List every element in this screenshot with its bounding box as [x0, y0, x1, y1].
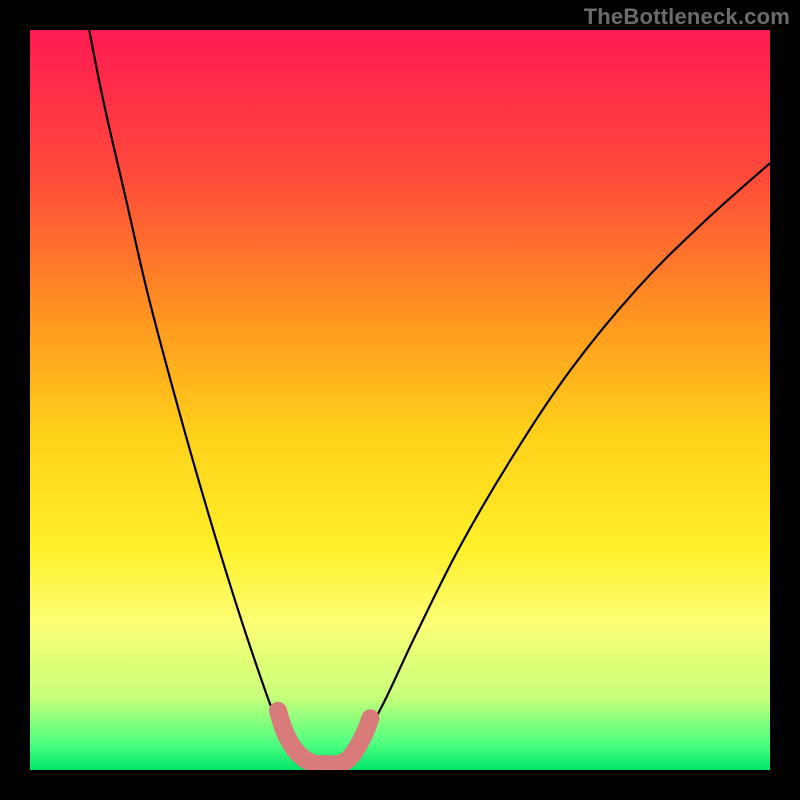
chart-frame: TheBottleneck.com	[0, 0, 800, 800]
watermark-text: TheBottleneck.com	[584, 4, 790, 30]
plot-area	[30, 30, 770, 770]
chart-svg	[30, 30, 770, 770]
gradient-background	[30, 30, 770, 770]
